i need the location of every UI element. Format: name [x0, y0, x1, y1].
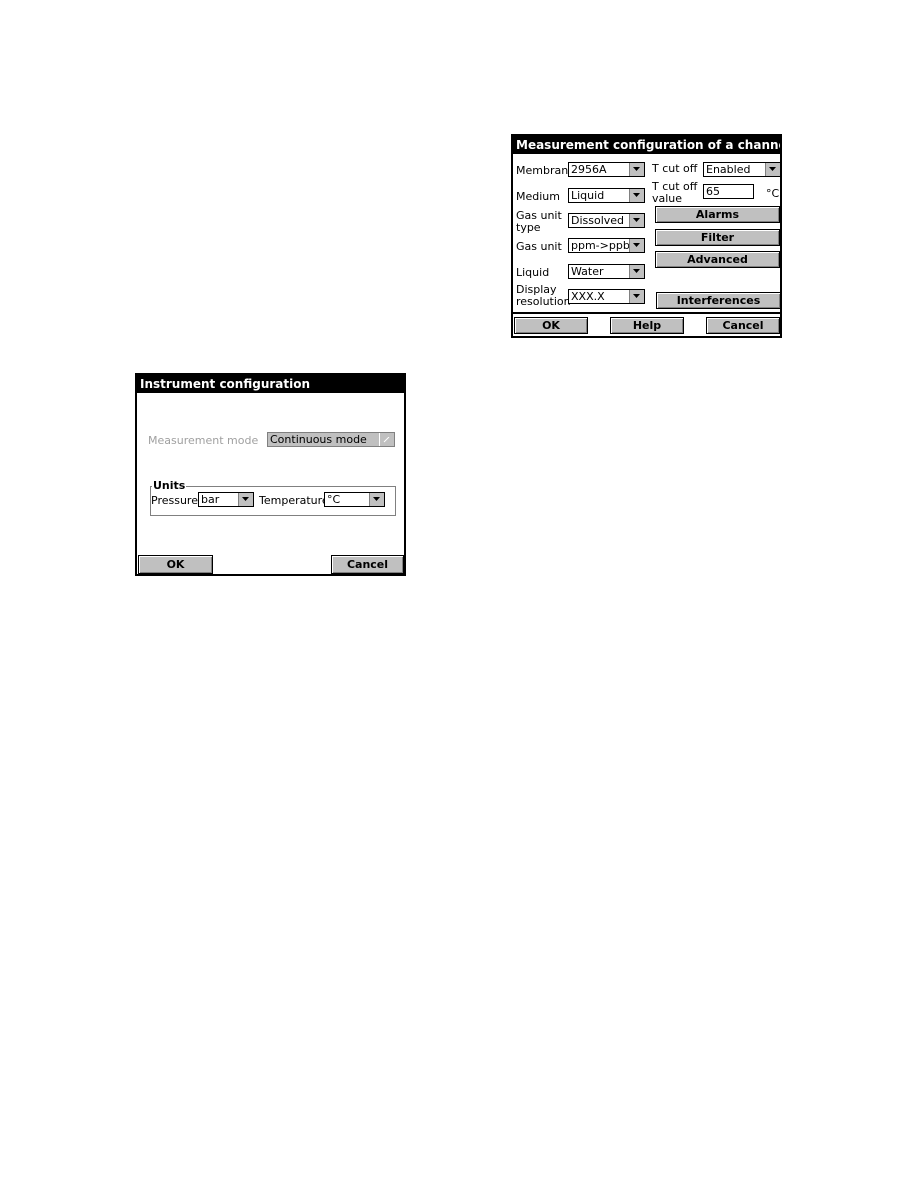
t-cut-off-select[interactable]: Enabled — [703, 162, 781, 177]
display-resolution-select[interactable]: XXX.X — [568, 289, 645, 304]
ok-button[interactable]: OK — [138, 555, 213, 574]
interferences-button[interactable]: Interferences — [656, 292, 781, 309]
display-resolution-label: Display resolution — [516, 284, 571, 308]
display-resolution-label-line2: resolution — [516, 295, 571, 308]
t-cut-off-value-label: T cut off value — [652, 181, 697, 205]
temperature-label: Temperature — [259, 494, 329, 507]
advanced-button[interactable]: Advanced — [655, 251, 780, 268]
liquid-label: Liquid — [516, 266, 550, 279]
liquid-select[interactable]: Water — [568, 264, 645, 279]
gas-unit-select[interactable]: ppm->ppb — [568, 238, 645, 253]
dialog-title: Measurement configuration of a channel — [513, 136, 780, 154]
pressure-label: Pressure — [151, 494, 198, 507]
chevron-down-icon[interactable] — [629, 265, 644, 278]
membrane-value: 2956A — [571, 163, 607, 176]
chevron-down-icon[interactable] — [765, 163, 780, 176]
chevron-down-icon[interactable] — [369, 493, 384, 506]
chevron-down-icon[interactable] — [629, 290, 644, 303]
measurement-mode-label: Measurement mode — [148, 434, 259, 447]
pressure-select[interactable]: bar — [198, 492, 254, 507]
measurement-mode-select: Continuous mode — [267, 432, 395, 447]
gas-unit-type-select[interactable]: Dissolved — [568, 213, 645, 228]
dialog-title: Instrument configuration — [137, 375, 404, 393]
liquid-value: Water — [571, 265, 604, 278]
instrument-config-dialog: Instrument configuration Measurement mod… — [135, 373, 406, 576]
alarms-button[interactable]: Alarms — [655, 206, 780, 223]
display-resolution-value: XXX.X — [571, 290, 605, 303]
units-group-title: Units — [152, 479, 187, 492]
temperature-select[interactable]: °C — [324, 492, 385, 507]
measurement-mode-value: Continuous mode — [270, 433, 367, 446]
t-cut-off-value-input[interactable]: 65 — [703, 184, 754, 199]
medium-select[interactable]: Liquid — [568, 188, 645, 203]
channel-config-dialog: Measurement configuration of a channel M… — [511, 134, 782, 338]
chevron-down-icon[interactable] — [629, 214, 644, 227]
help-button[interactable]: Help — [610, 317, 684, 334]
chevron-down-icon — [379, 433, 394, 446]
chevron-down-icon[interactable] — [629, 163, 644, 176]
ok-button[interactable]: OK — [514, 317, 588, 334]
pressure-value: bar — [201, 493, 220, 506]
gas-unit-label: Gas unit — [516, 240, 562, 253]
medium-label: Medium — [516, 190, 560, 203]
chevron-down-icon[interactable] — [238, 493, 253, 506]
membrane-select[interactable]: 2956A — [568, 162, 645, 177]
temperature-value: °C — [327, 493, 341, 506]
bottom-separator — [513, 312, 780, 314]
cancel-button[interactable]: Cancel — [706, 317, 780, 334]
chevron-down-icon[interactable] — [629, 239, 644, 252]
medium-value: Liquid — [571, 189, 605, 202]
t-cut-off-unit: °C — [766, 187, 780, 200]
gas-unit-type-label: Gas unit type — [516, 210, 562, 234]
gas-unit-type-label-line2: type — [516, 221, 541, 234]
membrane-label: Membrane — [516, 164, 575, 177]
gas-unit-type-value: Dissolved — [571, 214, 625, 227]
filter-button[interactable]: Filter — [655, 229, 780, 246]
cancel-button[interactable]: Cancel — [331, 555, 404, 574]
gas-unit-value: ppm->ppb — [571, 239, 630, 252]
t-cut-off-value-label-line2: value — [652, 192, 683, 205]
t-cut-off-label: T cut off — [652, 162, 698, 175]
chevron-down-icon[interactable] — [629, 189, 644, 202]
t-cut-off-value: Enabled — [706, 163, 751, 176]
